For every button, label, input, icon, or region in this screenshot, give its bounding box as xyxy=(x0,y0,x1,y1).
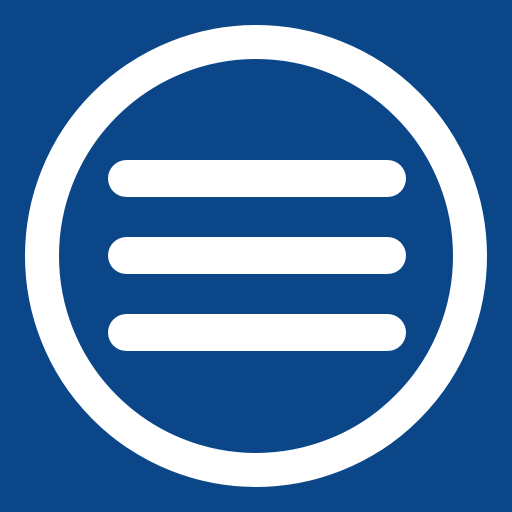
menu-line-top xyxy=(108,160,406,197)
menu-button[interactable] xyxy=(0,0,512,512)
menu-line-middle xyxy=(108,237,406,274)
menu-icon xyxy=(0,0,512,512)
menu-line-bottom xyxy=(108,314,406,351)
